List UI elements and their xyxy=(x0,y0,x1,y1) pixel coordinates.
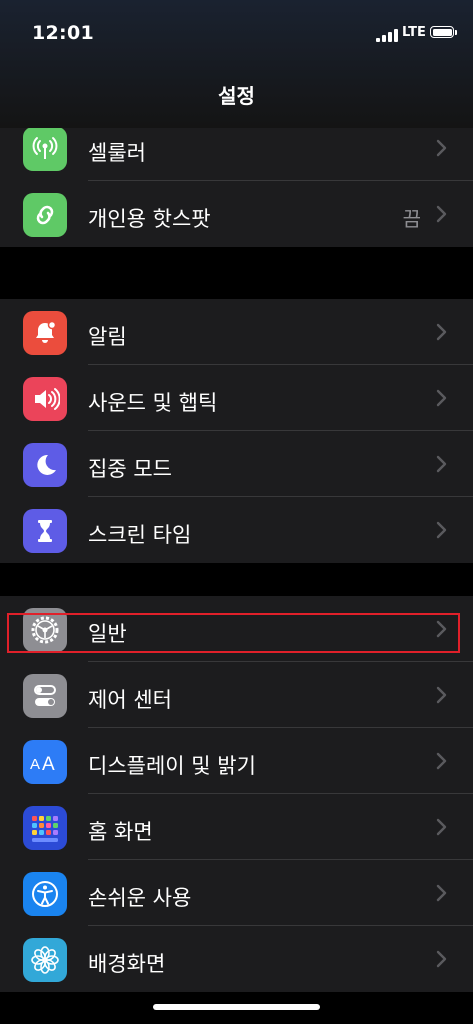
clock: 12:01 xyxy=(32,22,94,44)
signal-icon xyxy=(376,28,398,42)
settings-row-display[interactable]: AA 디스플레이 및 밝기 xyxy=(0,728,473,794)
svg-text:A: A xyxy=(30,756,40,773)
chevron-right-icon xyxy=(435,521,449,539)
settings-group-notifications: 알림 사운드 및 햅틱 집중 모드 스크린 타임 xyxy=(0,299,473,563)
page-title: 설정 xyxy=(218,84,255,108)
antenna-icon xyxy=(23,127,67,171)
settings-row-screen-time[interactable]: 스크린 타임 xyxy=(0,497,473,563)
settings-row-focus[interactable]: 집중 모드 xyxy=(0,431,473,497)
settings-row-notifications[interactable]: 알림 xyxy=(0,299,473,365)
settings-row-general[interactable]: 일반 xyxy=(0,596,473,662)
accessibility-icon xyxy=(23,872,67,916)
settings-row-home-screen[interactable]: 홈 화면 xyxy=(0,794,473,860)
settings-row-hotspot[interactable]: 개인용 핫스팟 끔 xyxy=(0,181,473,247)
settings-row-label: 스크린 타임 xyxy=(88,523,192,547)
status-bar: 12:01 LTE xyxy=(0,0,473,70)
gear-icon xyxy=(23,608,67,652)
settings-row-label: 집중 모드 xyxy=(88,457,172,481)
settings-row-label: 알림 xyxy=(88,325,127,349)
battery-icon xyxy=(430,26,457,38)
settings-row-label: 제어 센터 xyxy=(88,688,172,712)
settings-row-label: 홈 화면 xyxy=(88,820,153,844)
chevron-right-icon xyxy=(435,752,449,770)
chevron-right-icon xyxy=(435,205,449,223)
settings-group-connectivity: 셀룰러 개인용 핫스팟 끔 xyxy=(0,115,473,247)
home-indicator[interactable] xyxy=(153,1004,320,1010)
chevron-right-icon xyxy=(435,139,449,157)
settings-row-label: 일반 xyxy=(88,622,127,646)
bell-icon xyxy=(23,311,67,355)
settings-row-label: 셀룰러 xyxy=(88,141,146,165)
settings-row-label: 손쉬운 사용 xyxy=(88,886,192,910)
chevron-right-icon xyxy=(435,389,449,407)
speaker-icon xyxy=(23,377,67,421)
network-label: LTE xyxy=(402,25,426,40)
moon-icon xyxy=(23,443,67,487)
toggles-icon xyxy=(23,674,67,718)
chevron-right-icon xyxy=(435,323,449,341)
chevron-right-icon xyxy=(435,884,449,902)
settings-row-label: 배경화면 xyxy=(88,952,166,976)
hourglass-icon xyxy=(23,509,67,553)
flower-icon xyxy=(23,938,67,982)
hotspot-status: 끔 xyxy=(402,207,421,231)
settings-row-wallpaper[interactable]: 배경화면 xyxy=(0,926,473,992)
chevron-right-icon xyxy=(435,455,449,473)
svg-text:A: A xyxy=(42,754,55,774)
chevron-right-icon xyxy=(435,818,449,836)
chevron-right-icon xyxy=(435,950,449,968)
settings-row-sounds[interactable]: 사운드 및 햅틱 xyxy=(0,365,473,431)
hotspot-link-icon xyxy=(23,193,67,237)
text-size-icon: AA xyxy=(23,740,67,784)
settings-group-system: 일반 제어 센터 AA 디스플레이 및 밝기 홈 화면 손쉬운 사용 배경화면 xyxy=(0,596,473,992)
settings-row-accessibility[interactable]: 손쉬운 사용 xyxy=(0,860,473,926)
chevron-right-icon xyxy=(435,620,449,638)
settings-row-label: 개인용 핫스팟 xyxy=(88,207,211,231)
header: 12:01 LTE 설정 xyxy=(0,0,473,128)
settings-row-control-center[interactable]: 제어 센터 xyxy=(0,662,473,728)
chevron-right-icon xyxy=(435,686,449,704)
settings-row-label: 사운드 및 햅틱 xyxy=(88,391,218,415)
app-grid-icon xyxy=(23,806,67,850)
settings-row-label: 디스플레이 및 밝기 xyxy=(88,754,256,778)
